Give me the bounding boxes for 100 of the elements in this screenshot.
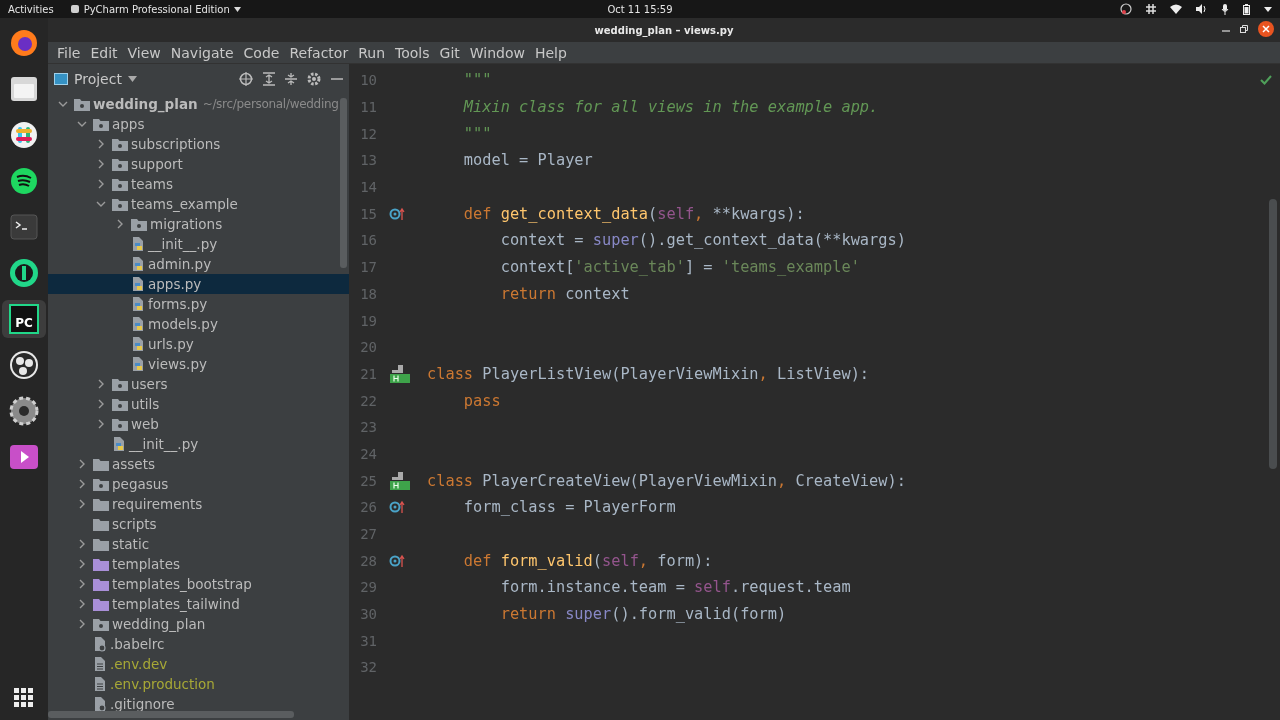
menu-item[interactable]: Edit (85, 44, 123, 61)
tree-row[interactable]: users (48, 374, 349, 394)
text-file-icon (93, 676, 107, 692)
menu-item[interactable]: Help (529, 44, 572, 61)
scrollbar[interactable] (48, 711, 294, 718)
panel-title[interactable]: Project (74, 71, 122, 87)
menu-item[interactable]: Navigate (165, 44, 239, 61)
recorder-icon[interactable] (9, 350, 39, 380)
menu-item[interactable]: Code (238, 44, 285, 61)
caret-icon[interactable] (1264, 6, 1272, 12)
tree-row[interactable]: wedding_plan (48, 614, 349, 634)
tree-row[interactable]: subscriptions (48, 134, 349, 154)
wifi-icon[interactable] (1170, 4, 1182, 14)
tree-row[interactable]: templates (48, 554, 349, 574)
tree-row[interactable]: apps.py (48, 274, 349, 294)
line-number: 25 (359, 472, 377, 489)
line-number: 24 (359, 445, 377, 462)
file-name: apps.py (148, 276, 202, 292)
tree-row[interactable]: models.py (48, 314, 349, 334)
tree-row[interactable]: wedding_plan ~/src/personal/wedding (48, 94, 349, 114)
chat-app-icon[interactable] (10, 121, 38, 149)
tree-row[interactable]: teams (48, 174, 349, 194)
play-app-icon[interactable] (9, 444, 39, 470)
code-line: def get_context_data(self, **kwargs): (462, 204, 805, 223)
python-file-icon (131, 296, 145, 312)
chevron-down-icon[interactable] (96, 199, 106, 209)
tree-row[interactable]: teams_example (48, 194, 349, 214)
tree-row[interactable]: requirements (48, 494, 349, 514)
music-app-icon[interactable] (10, 167, 38, 195)
menu-item[interactable]: Window (464, 44, 530, 61)
status-icon[interactable] (1120, 3, 1132, 15)
expand-all-icon[interactable] (263, 72, 275, 86)
tree-row[interactable]: .env.production (48, 674, 349, 694)
tree-row[interactable]: templates_tailwind (48, 594, 349, 614)
line-number: 22 (359, 392, 377, 409)
menu-item[interactable]: Run (353, 44, 391, 61)
line-number: 30 (359, 606, 377, 623)
clock[interactable]: Oct 11 15:59 (607, 3, 673, 15)
ide-logo[interactable]: PC (9, 304, 39, 334)
tree-row[interactable]: .babelrc (48, 634, 349, 654)
line-number: 17 (359, 259, 377, 276)
implemented-icon[interactable] (389, 470, 411, 491)
menu-item[interactable]: Git (434, 44, 465, 61)
battery-icon[interactable] (1243, 3, 1250, 15)
tree-row[interactable]: .gitignore (48, 694, 349, 714)
tree-row[interactable]: scripts (48, 514, 349, 534)
config-file-icon (93, 636, 107, 652)
line-number: 14 (359, 179, 377, 196)
menu-item[interactable]: View (122, 44, 166, 61)
ide-icon[interactable] (9, 258, 39, 288)
terminal-icon[interactable] (10, 214, 38, 240)
line-number: 18 (359, 285, 377, 302)
scrollbar[interactable] (340, 98, 347, 268)
hide-icon[interactable] (331, 77, 343, 81)
scrollbar[interactable] (1269, 199, 1277, 469)
tree-row[interactable]: migrations (48, 214, 349, 234)
app-grid-icon[interactable] (14, 688, 34, 708)
override-icon[interactable] (389, 553, 405, 568)
restore-icon[interactable] (1240, 25, 1248, 33)
tree-row[interactable]: static (48, 534, 349, 554)
volume-icon[interactable] (1196, 4, 1207, 14)
activities-button[interactable]: Activities (0, 3, 62, 15)
menu-item[interactable]: Refactor (284, 44, 354, 61)
tree-row[interactable]: assets (48, 454, 349, 474)
settings-icon[interactable] (9, 396, 39, 426)
menu-item[interactable]: Tools (390, 44, 435, 61)
app-menu[interactable]: PyCharm Professional Edition (61, 3, 249, 15)
collapse-all-icon[interactable] (285, 72, 297, 86)
tree-row[interactable]: __init__.py (48, 434, 349, 454)
folder-icon (112, 417, 128, 431)
menu-item[interactable]: File (52, 44, 86, 61)
tree-row[interactable]: utils (48, 394, 349, 414)
folder-icon[interactable] (10, 76, 38, 102)
tree-row[interactable]: templates_bootstrap (48, 574, 349, 594)
locate-icon[interactable] (239, 72, 253, 86)
folder-icon (93, 517, 109, 531)
tree-row[interactable]: views.py (48, 354, 349, 374)
file-name: .gitignore (110, 696, 175, 712)
tree-row[interactable]: support (48, 154, 349, 174)
tree-row[interactable]: .env.dev (48, 654, 349, 674)
tree-row[interactable]: web (48, 414, 349, 434)
tree-row[interactable]: apps (48, 114, 349, 134)
file-name: forms.py (148, 296, 208, 312)
chat-tray-icon[interactable] (1146, 4, 1156, 14)
override-icon[interactable] (389, 206, 405, 221)
implemented-icon[interactable] (389, 363, 411, 384)
tree-row[interactable]: admin.py (48, 254, 349, 274)
tree-row[interactable]: forms.py (48, 294, 349, 314)
tree-row[interactable]: pegasus (48, 474, 349, 494)
tree-row[interactable]: urls.py (48, 334, 349, 354)
folder-icon (93, 617, 109, 631)
browser-icon[interactable] (9, 28, 39, 58)
override-icon[interactable] (389, 500, 405, 515)
path-hint: ~/src/personal/wedding (202, 97, 339, 111)
chevron-right-icon[interactable] (115, 219, 125, 229)
microphone-icon[interactable] (1221, 3, 1229, 15)
tree-row[interactable]: __init__.py (48, 234, 349, 254)
close-icon[interactable] (1258, 21, 1274, 37)
settings-icon[interactable] (307, 72, 321, 86)
code-line: class PlayerListView(PlayerViewMixin, ListView): (427, 364, 870, 383)
